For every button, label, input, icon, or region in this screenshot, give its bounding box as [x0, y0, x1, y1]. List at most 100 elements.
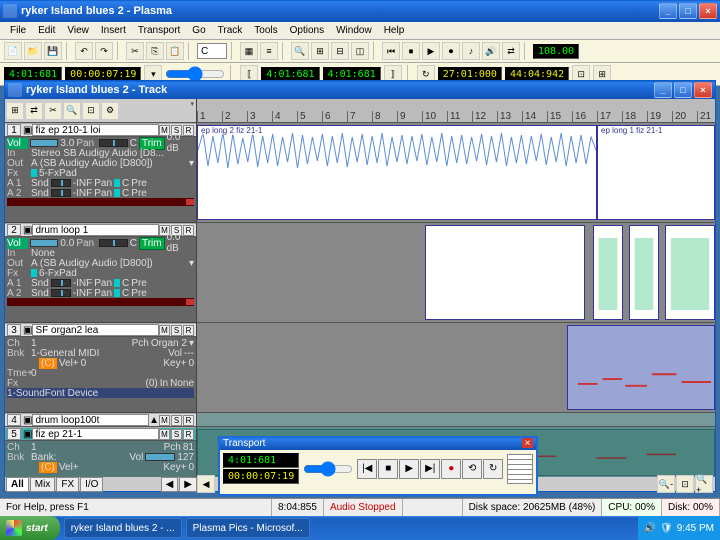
audio-clip[interactable]	[425, 225, 585, 320]
track-lane[interactable]	[197, 223, 715, 323]
track-name-input[interactable]: drum loop100t	[32, 414, 149, 426]
tray-icon[interactable]: 🛡	[660, 523, 673, 534]
mute-button[interactable]: M	[159, 415, 170, 426]
start-button[interactable]: start	[0, 516, 60, 540]
stop-button[interactable]: ■	[378, 459, 398, 479]
track-name-input[interactable]: fiz ep 21-1	[32, 428, 159, 440]
menu-edit[interactable]: Edit	[32, 23, 61, 38]
zoom-out-button[interactable]: 🔍-	[657, 475, 675, 493]
redo-button[interactable]: ↷	[95, 42, 113, 60]
transport-slider[interactable]	[303, 464, 353, 474]
play-button[interactable]: ▶	[399, 459, 419, 479]
pre-button[interactable]: Pre	[131, 188, 147, 199]
zoom-button[interactable]: 🔍	[291, 42, 309, 60]
track-name-input[interactable]: SF organ2 lea	[32, 324, 159, 336]
send-slider[interactable]	[51, 189, 71, 197]
transport-titlebar[interactable]: Transport ×	[220, 438, 536, 450]
time-ruler[interactable]: 123456789101112131415161718192021	[197, 99, 715, 123]
record-arm-button[interactable]: R	[183, 415, 194, 426]
system-tray[interactable]: 🔊 🛡 9:45 PM	[638, 516, 720, 540]
track-lane[interactable]	[197, 413, 715, 427]
tool-btn[interactable]: ▦	[240, 42, 258, 60]
expand-icon[interactable]: ▣	[23, 325, 32, 336]
minimize-button[interactable]: _	[659, 3, 677, 19]
tool-btn[interactable]: ⇄	[502, 42, 520, 60]
menu-tools[interactable]: Tools	[248, 23, 283, 38]
midi-out[interactable]: 1-SoundFont Device	[7, 388, 98, 399]
solo-button[interactable]: S	[171, 429, 182, 440]
loop-button[interactable]: ⟲	[462, 459, 482, 479]
tempo-display[interactable]: 108.00	[533, 44, 579, 59]
track-tool[interactable]: ✂	[44, 102, 62, 120]
trim-button[interactable]: Trim	[139, 237, 165, 250]
send-slider[interactable]	[51, 179, 71, 187]
track-lane[interactable]	[197, 323, 715, 413]
menu-insert[interactable]: Insert	[95, 23, 132, 38]
track-name-input[interactable]: drum loop 1	[32, 224, 159, 236]
tab-all[interactable]: All	[6, 477, 29, 492]
trackwin-minimize[interactable]: _	[654, 82, 672, 98]
trackwin-close[interactable]: ×	[694, 82, 712, 98]
record-button[interactable]: ⏺	[442, 42, 460, 60]
key-combo[interactable]	[197, 43, 227, 59]
mute-button[interactable]: M	[159, 325, 170, 336]
track-tool[interactable]: ⊡	[82, 102, 100, 120]
stop-button[interactable]: ⏹	[402, 42, 420, 60]
volume-slider[interactable]	[145, 453, 175, 461]
audio-clip[interactable]	[665, 225, 715, 320]
audio-clip[interactable]	[629, 225, 659, 320]
ffwd-button[interactable]: ▶|	[420, 459, 440, 479]
pan-slider[interactable]	[99, 139, 128, 147]
expand-icon[interactable]: ▣	[23, 125, 32, 136]
track-header[interactable]: 3 ▣ SF organ2 lea MSR	[5, 323, 196, 337]
track-header[interactable]: 4 ▣ drum loop100t ▲ MSR	[5, 413, 196, 427]
taskbar-item[interactable]: Plasma Pics - Microsof...	[186, 518, 310, 538]
midi-clip[interactable]	[567, 325, 715, 410]
tool-btn[interactable]: 🔊	[482, 42, 500, 60]
menu-go[interactable]: Go	[186, 23, 211, 38]
solo-button[interactable]: S	[171, 415, 182, 426]
menu-options[interactable]: Options	[284, 23, 330, 38]
send-slider[interactable]	[51, 289, 71, 297]
midi-in[interactable]: None	[170, 378, 194, 389]
key-label[interactable]: Key+	[163, 462, 186, 473]
velocity-label[interactable]: Vel+	[59, 358, 79, 369]
send-pan[interactable]	[114, 289, 120, 297]
send-pan[interactable]	[114, 279, 120, 287]
undo-button[interactable]: ↶	[75, 42, 93, 60]
expand-icon[interactable]: ▣	[23, 415, 32, 426]
repeat-button[interactable]: ↻	[483, 459, 503, 479]
tool-btn[interactable]: ◫	[351, 42, 369, 60]
rewind-button[interactable]: ⏮	[382, 42, 400, 60]
tab-io[interactable]: I/O	[80, 477, 103, 492]
key-label[interactable]: Key+	[163, 358, 186, 369]
expand-icon[interactable]: ▣	[23, 225, 32, 236]
position-slider[interactable]	[165, 68, 225, 80]
rewind-button[interactable]: |◀	[357, 459, 377, 479]
solo-button[interactable]: S	[171, 325, 182, 336]
trackwin-maximize[interactable]: □	[674, 82, 692, 98]
tab-mix[interactable]: Mix	[30, 477, 56, 492]
menu-help[interactable]: Help	[378, 23, 411, 38]
track-tool[interactable]: 🔍	[63, 102, 81, 120]
send-pan[interactable]	[114, 189, 120, 197]
scroll-left-icon[interactable]: ◀	[161, 477, 179, 492]
zoom-in-button[interactable]: 🔍+	[695, 475, 713, 493]
up-arrow-icon[interactable]: ▲	[149, 415, 159, 426]
track-name-input[interactable]: fiz ep 210-1 loi	[32, 124, 159, 136]
volume-slider[interactable]	[30, 139, 59, 147]
menu-file[interactable]: File	[4, 23, 32, 38]
track-header[interactable]: 5 ▣ fiz ep 21-1 MSR	[5, 427, 196, 441]
tab-fx[interactable]: FX	[56, 477, 79, 492]
track-tool[interactable]: ⚙	[101, 102, 119, 120]
transport-time2[interactable]: 00:00:07:19	[223, 469, 299, 484]
audio-clip[interactable]	[593, 225, 623, 320]
send-slider[interactable]	[51, 279, 71, 287]
send-pan[interactable]	[114, 179, 120, 187]
pre-button[interactable]: Pre	[131, 288, 147, 299]
mute-button[interactable]: M	[159, 429, 170, 440]
close-button[interactable]: ×	[699, 3, 717, 19]
clock[interactable]: 9:45 PM	[677, 523, 714, 534]
tool-btn[interactable]: 📁	[24, 42, 42, 60]
chevron-down-icon[interactable]: ▾	[189, 258, 194, 269]
